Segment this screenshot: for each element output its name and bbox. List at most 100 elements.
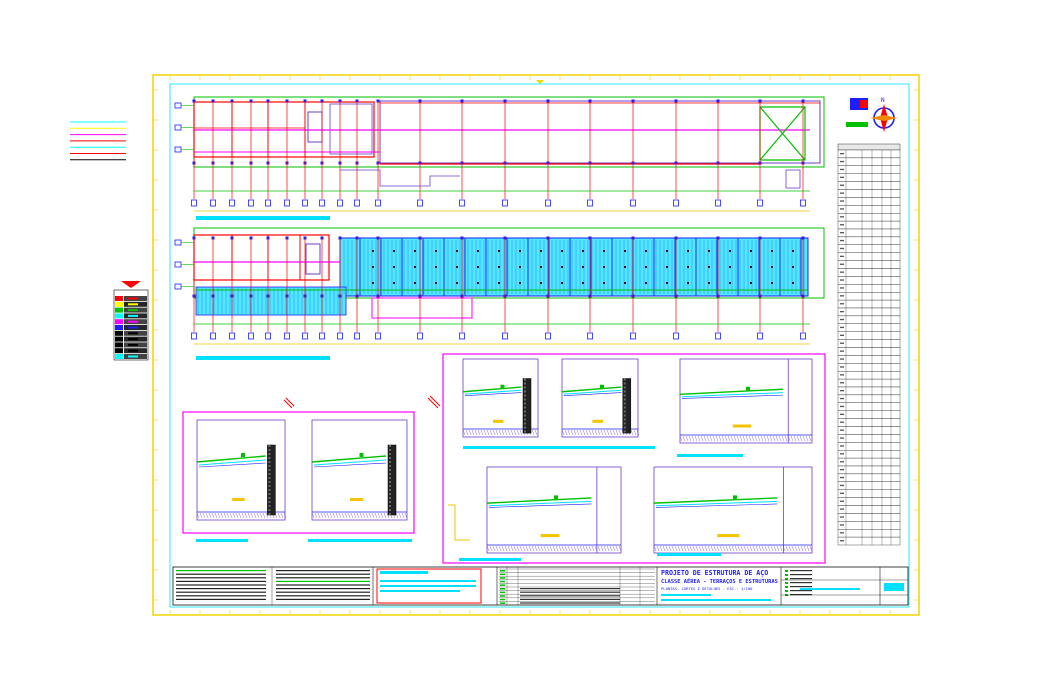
section-soil [332, 512, 336, 519]
section-wall-texture [524, 430, 526, 433]
schedule-cell-mark [840, 318, 844, 321]
deck-mark [750, 250, 752, 252]
schedule-cell-mark [840, 421, 844, 423]
section-wall-texture [524, 398, 526, 401]
deck-mark [477, 282, 479, 284]
schedule-cell-mark [840, 287, 844, 289]
deck-mark [477, 250, 479, 252]
schedule-row [837, 378, 901, 388]
section-soil [561, 545, 565, 552]
section-wall-texture [268, 473, 271, 475]
section-frame [486, 466, 622, 554]
deck-mark [372, 266, 374, 268]
section-soil [733, 435, 737, 442]
schedule-cell-mark [840, 247, 844, 250]
section-wall-texture [524, 382, 526, 385]
section-wall-texture [389, 469, 391, 471]
section-soil [564, 545, 568, 552]
schedule-row [837, 434, 901, 443]
grid-bubble [800, 199, 806, 207]
schedule-row [837, 394, 901, 403]
note-line [176, 573, 266, 575]
schedule-row [837, 260, 901, 269]
section-soil [674, 545, 678, 552]
schedule-cell-mark [840, 271, 844, 273]
section-soil [758, 545, 762, 552]
deck-mark [456, 250, 458, 252]
deck-mark [771, 282, 773, 284]
section-soil [486, 429, 490, 436]
deck-mark [498, 282, 500, 284]
section-soil [241, 512, 245, 519]
deck-mark [687, 250, 689, 252]
grid-bubble [265, 199, 271, 207]
schedule-cell-mark [840, 263, 844, 265]
section-soil [712, 435, 716, 442]
schedule-row [837, 276, 901, 285]
deck-mark [540, 250, 542, 252]
section-soil [573, 429, 577, 436]
deck-mark [519, 250, 521, 252]
schedule-row [837, 213, 901, 222]
schedule-row [837, 323, 901, 332]
section-soil [570, 545, 574, 552]
schedule-row [837, 339, 901, 348]
section-soil [573, 545, 577, 552]
deck-mark [792, 250, 794, 252]
tb-text [790, 574, 812, 576]
section-soil [208, 512, 212, 519]
section-soil [220, 512, 224, 519]
section-soil [603, 545, 607, 552]
schedule-cell-mark [840, 153, 844, 155]
section-soil [585, 545, 589, 552]
grid-bubble [375, 199, 381, 207]
section-soil [742, 435, 746, 442]
table-cell-mark [128, 349, 138, 352]
section-soil [591, 429, 595, 436]
section-wall-texture [268, 505, 271, 507]
schedule-rows [837, 149, 901, 546]
section-soil [250, 512, 254, 519]
schedule-row [837, 481, 901, 490]
deck-mark [393, 282, 395, 284]
deck-mark [687, 282, 689, 284]
schedule-cell-mark [840, 469, 844, 471]
section-soil [671, 545, 675, 552]
schedule-cell-mark [840, 445, 844, 447]
section-soil [549, 545, 553, 552]
schedule-cell-mark [840, 358, 844, 360]
schedule-row [837, 363, 901, 372]
section-wall-texture [524, 414, 526, 417]
section-wall-texture [623, 402, 626, 405]
section-soil [323, 512, 327, 519]
section-soil [256, 512, 260, 519]
section-soil [685, 435, 689, 442]
grid-bubble [545, 199, 551, 207]
section-wall-texture [389, 461, 391, 463]
deck-mark [750, 266, 752, 268]
section-soil [540, 545, 544, 552]
section-wall-texture [268, 493, 271, 495]
section-a [196, 419, 287, 521]
section-soil [513, 429, 517, 436]
section-soil [781, 435, 785, 442]
section-footing [493, 419, 504, 423]
section-soil [796, 435, 800, 442]
deck-mark [561, 266, 563, 268]
table-swatch [115, 301, 123, 307]
schedule-cell-mark [840, 232, 844, 234]
deck-mark [414, 266, 416, 268]
schedule-row [837, 410, 901, 419]
sheet-title: PROJETO DE ESTRUTURA DE AÇO [661, 569, 768, 577]
section-soil [280, 512, 284, 519]
schedule-row [837, 331, 901, 340]
section-soil [779, 545, 783, 552]
section-soil [662, 545, 666, 552]
section-soil [751, 435, 755, 442]
deck-mark [687, 266, 689, 268]
section-soil [398, 512, 402, 519]
schedule-row [837, 355, 901, 364]
schedule-row [837, 284, 901, 293]
deck-mark [435, 250, 437, 252]
tb-text [790, 570, 812, 572]
